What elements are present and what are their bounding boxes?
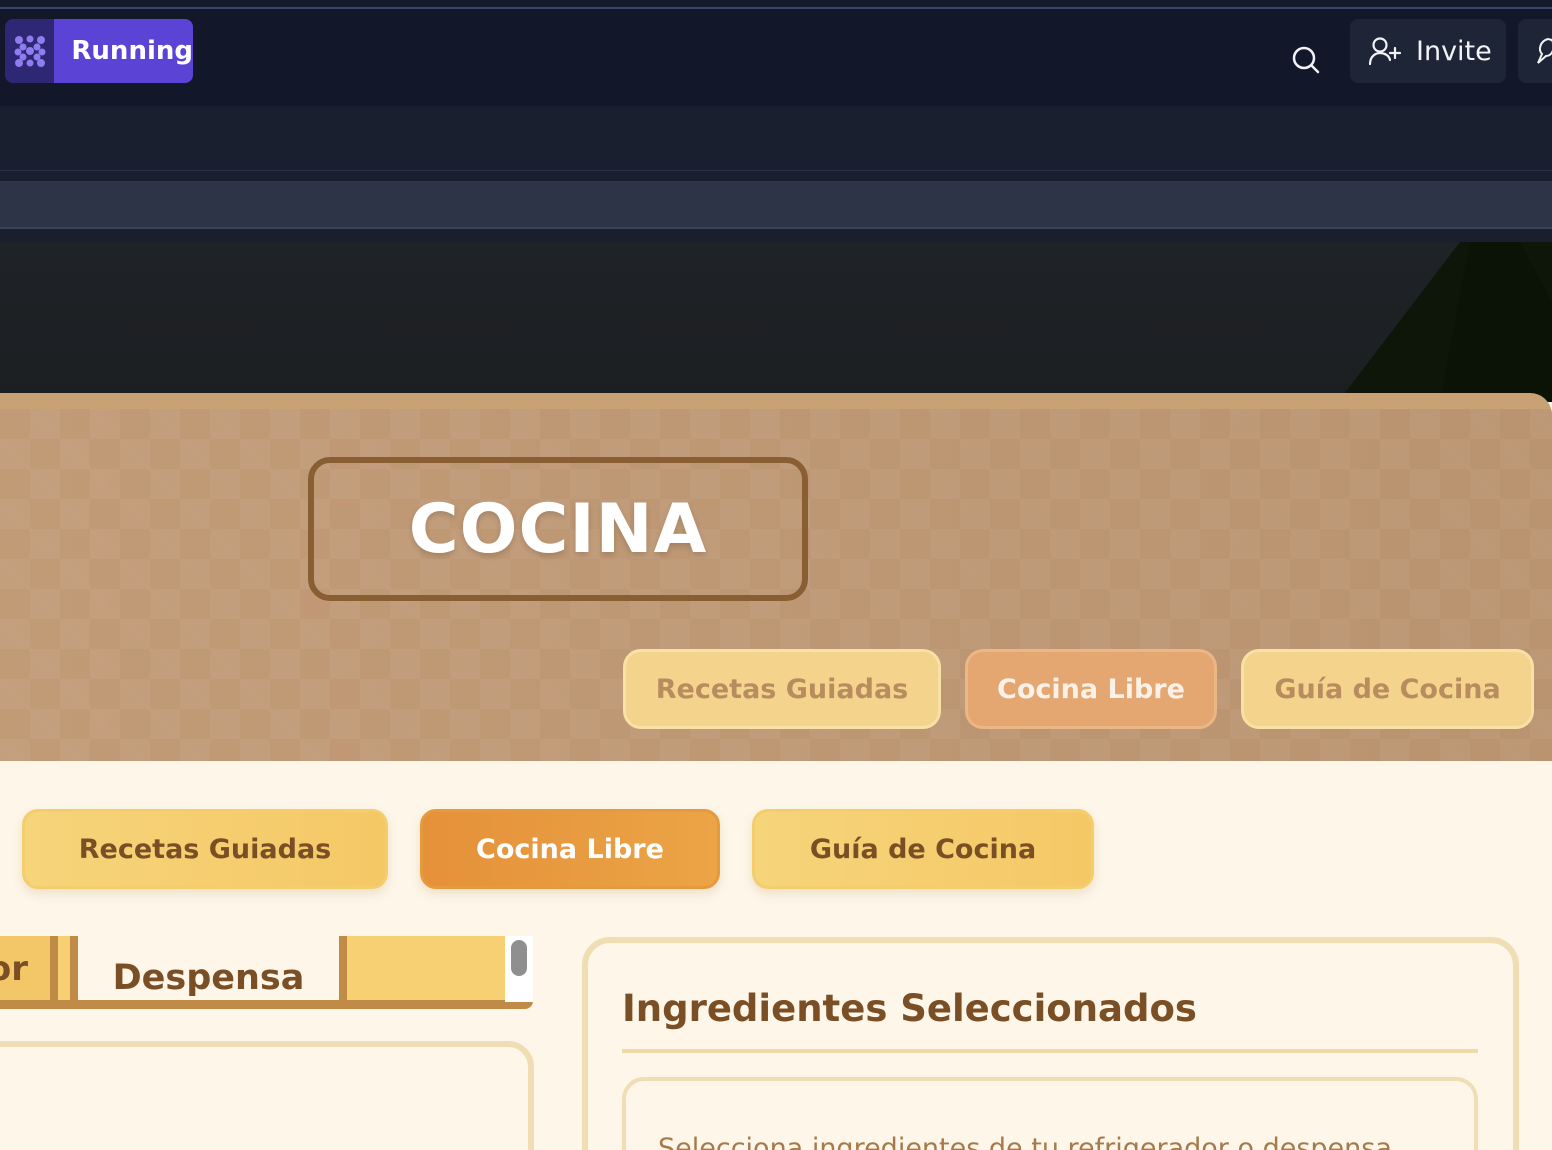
scene-background — [0, 242, 1552, 402]
page-title-frame: COCINA — [308, 457, 808, 601]
panel-divider — [622, 1049, 1478, 1053]
address-bar-container — [0, 171, 1552, 242]
kitchen-header-banner: COCINA Recetas Guiadas Cocina Libre Guía… — [0, 393, 1552, 761]
tab-guia-de-cocina[interactable]: Guía de Cocina — [752, 809, 1094, 889]
overflow-button[interactable] — [1518, 19, 1552, 83]
page-title: COCINA — [408, 489, 708, 569]
storage-tab-refrigerador[interactable]: or — [0, 936, 58, 1002]
run-status-button[interactable]: Running — [5, 19, 193, 83]
run-status-label: Running — [54, 19, 193, 83]
tab-cocina-libre[interactable]: Cocina Libre — [420, 809, 720, 889]
address-bar[interactable] — [0, 181, 1552, 229]
selected-ingredients-dropzone: Selecciona ingredientes de tu refrigerad… — [622, 1077, 1478, 1150]
storage-tab-underline — [0, 1000, 533, 1009]
storage-tab-strip: or Despensa — [0, 936, 533, 1009]
header-tab-cocina-libre[interactable]: Cocina Libre — [965, 649, 1217, 729]
dots-logo-icon — [5, 19, 55, 83]
user-plus-icon — [1368, 37, 1402, 66]
storage-tab-despensa[interactable]: Despensa — [70, 936, 347, 1002]
storage-scrollbar-thumb[interactable] — [511, 940, 527, 976]
header-tab-recetas-guiadas[interactable]: Recetas Guiadas — [623, 649, 941, 729]
boost-icon — [1537, 37, 1552, 64]
empty-state-text: Selecciona ingredientes de tu refrigerad… — [658, 1133, 1392, 1150]
mountain-shape — [1338, 242, 1552, 402]
banner-checker-pattern: COCINA Recetas Guiadas Cocina Libre Guía… — [0, 409, 1552, 761]
ingredient-list-panel — [0, 1041, 534, 1150]
secondary-toolbar — [0, 106, 1552, 171]
selected-ingredients-title: Ingredientes Seleccionados — [622, 987, 1197, 1030]
selected-ingredients-panel: Ingredientes Seleccionados Selecciona in… — [582, 937, 1519, 1150]
tab-recetas-guiadas[interactable]: Recetas Guiadas — [22, 809, 388, 889]
invite-button[interactable]: Invite — [1350, 19, 1506, 83]
header-tab-guia-de-cocina[interactable]: Guía de Cocina — [1241, 649, 1534, 729]
invite-label: Invite — [1416, 35, 1492, 67]
search-icon — [1292, 46, 1320, 74]
search-button[interactable] — [1284, 38, 1328, 82]
window-top-edge — [0, 0, 1552, 9]
